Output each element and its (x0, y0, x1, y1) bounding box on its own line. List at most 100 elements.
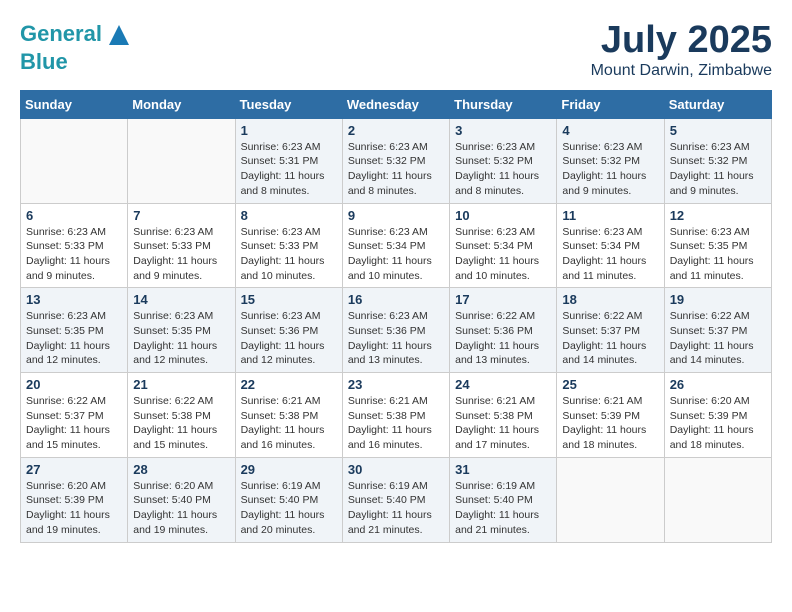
calendar-body: 1 Sunrise: 6:23 AM Sunset: 5:31 PM Daylig… (21, 118, 772, 542)
calendar-cell: 24Sunrise: 6:21 AM Sunset: 5:38 PM Dayli… (450, 373, 557, 458)
header-day-thursday: Thursday (450, 90, 557, 118)
day-info: Sunrise: 6:19 AM Sunset: 5:40 PM Dayligh… (241, 479, 337, 538)
day-info: Sunrise: 6:23 AM Sunset: 5:34 PM Dayligh… (455, 225, 551, 284)
day-info: Sunrise: 6:23 AM Sunset: 5:36 PM Dayligh… (348, 309, 444, 368)
header-day-sunday: Sunday (21, 90, 128, 118)
day-number: 20 (26, 377, 122, 392)
day-number: 4 (562, 123, 658, 138)
calendar-cell: 4 Sunrise: 6:23 AM Sunset: 5:32 PM Daylig… (557, 118, 664, 203)
calendar-cell: 30 Sunrise: 6:19 AM Sunset: 5:40 PM Dayli… (342, 457, 449, 542)
day-info: Sunrise: 6:20 AM Sunset: 5:39 PM Dayligh… (670, 394, 766, 453)
day-info: Sunrise: 6:19 AM Sunset: 5:40 PM Dayligh… (455, 479, 551, 538)
day-info: Sunrise: 6:23 AM Sunset: 5:35 PM Dayligh… (670, 225, 766, 284)
calendar-cell: 10 Sunrise: 6:23 AM Sunset: 5:34 PM Dayli… (450, 203, 557, 288)
day-info: Sunrise: 6:22 AM Sunset: 5:36 PM Dayligh… (455, 309, 551, 368)
day-info: Sunrise: 6:23 AM Sunset: 5:33 PM Dayligh… (133, 225, 229, 284)
day-number: 7 (133, 208, 229, 223)
day-number: 9 (348, 208, 444, 223)
calendar-cell: 20 Sunrise: 6:22 AM Sunset: 5:37 PM Dayli… (21, 373, 128, 458)
day-info: Sunrise: 6:23 AM Sunset: 5:32 PM Dayligh… (348, 140, 444, 199)
calendar-cell: 25Sunrise: 6:21 AM Sunset: 5:39 PM Dayli… (557, 373, 664, 458)
calendar-cell: 12 Sunrise: 6:23 AM Sunset: 5:35 PM Dayli… (664, 203, 771, 288)
day-info: Sunrise: 6:23 AM Sunset: 5:34 PM Dayligh… (562, 225, 658, 284)
header-day-friday: Friday (557, 90, 664, 118)
day-number: 11 (562, 208, 658, 223)
day-number: 27 (26, 462, 122, 477)
calendar-cell: 29 Sunrise: 6:19 AM Sunset: 5:40 PM Dayli… (235, 457, 342, 542)
day-number: 1 (241, 123, 337, 138)
day-number: 29 (241, 462, 337, 477)
day-number: 12 (670, 208, 766, 223)
calendar-cell: 5 Sunrise: 6:23 AM Sunset: 5:32 PM Daylig… (664, 118, 771, 203)
day-info: Sunrise: 6:22 AM Sunset: 5:37 PM Dayligh… (26, 394, 122, 453)
day-number: 14 (133, 292, 229, 307)
calendar-cell: 11 Sunrise: 6:23 AM Sunset: 5:34 PM Dayli… (557, 203, 664, 288)
day-number: 19 (670, 292, 766, 307)
day-number: 16 (348, 292, 444, 307)
day-info: Sunrise: 6:21 AM Sunset: 5:39 PM Dayligh… (562, 394, 658, 453)
day-info: Sunrise: 6:23 AM Sunset: 5:31 PM Dayligh… (241, 140, 337, 199)
calendar-cell: 14Sunrise: 6:23 AM Sunset: 5:35 PM Dayli… (128, 288, 235, 373)
calendar-cell: 3 Sunrise: 6:23 AM Sunset: 5:32 PM Daylig… (450, 118, 557, 203)
day-info: Sunrise: 6:23 AM Sunset: 5:32 PM Dayligh… (562, 140, 658, 199)
logo-blue: Blue (20, 49, 68, 74)
calendar-cell (128, 118, 235, 203)
calendar-cell: 17Sunrise: 6:22 AM Sunset: 5:36 PM Dayli… (450, 288, 557, 373)
header-day-tuesday: Tuesday (235, 90, 342, 118)
calendar-cell: 2 Sunrise: 6:23 AM Sunset: 5:32 PM Daylig… (342, 118, 449, 203)
day-number: 31 (455, 462, 551, 477)
calendar-cell: 15Sunrise: 6:23 AM Sunset: 5:36 PM Dayli… (235, 288, 342, 373)
day-info: Sunrise: 6:23 AM Sunset: 5:32 PM Dayligh… (670, 140, 766, 199)
day-number: 26 (670, 377, 766, 392)
day-number: 13 (26, 292, 122, 307)
calendar-cell: 22Sunrise: 6:21 AM Sunset: 5:38 PM Dayli… (235, 373, 342, 458)
calendar-cell: 27 Sunrise: 6:20 AM Sunset: 5:39 PM Dayli… (21, 457, 128, 542)
day-info: Sunrise: 6:23 AM Sunset: 5:32 PM Dayligh… (455, 140, 551, 199)
calendar-cell (21, 118, 128, 203)
day-number: 28 (133, 462, 229, 477)
day-number: 3 (455, 123, 551, 138)
calendar-week-4: 20 Sunrise: 6:22 AM Sunset: 5:37 PM Dayli… (21, 373, 772, 458)
day-number: 2 (348, 123, 444, 138)
day-number: 30 (348, 462, 444, 477)
calendar-table: SundayMondayTuesdayWednesdayThursdayFrid… (20, 90, 772, 543)
calendar-cell: 18 Sunrise: 6:22 AM Sunset: 5:37 PM Dayli… (557, 288, 664, 373)
header-day-monday: Monday (128, 90, 235, 118)
month-title: July 2025 (591, 20, 772, 62)
calendar-cell: 16 Sunrise: 6:23 AM Sunset: 5:36 PM Dayli… (342, 288, 449, 373)
calendar-cell: 23Sunrise: 6:21 AM Sunset: 5:38 PM Dayli… (342, 373, 449, 458)
day-info: Sunrise: 6:22 AM Sunset: 5:37 PM Dayligh… (562, 309, 658, 368)
day-info: Sunrise: 6:20 AM Sunset: 5:39 PM Dayligh… (26, 479, 122, 538)
page-header: General Blue July 2025 Mount Darwin, Zim… (20, 20, 772, 80)
header-day-saturday: Saturday (664, 90, 771, 118)
logo-text: General Blue (20, 20, 134, 74)
day-info: Sunrise: 6:23 AM Sunset: 5:34 PM Dayligh… (348, 225, 444, 284)
calendar-cell: 28 Sunrise: 6:20 AM Sunset: 5:40 PM Dayli… (128, 457, 235, 542)
calendar-week-1: 1 Sunrise: 6:23 AM Sunset: 5:31 PM Daylig… (21, 118, 772, 203)
day-info: Sunrise: 6:22 AM Sunset: 5:38 PM Dayligh… (133, 394, 229, 453)
calendar-week-3: 13 Sunrise: 6:23 AM Sunset: 5:35 PM Dayli… (21, 288, 772, 373)
calendar-header-row: SundayMondayTuesdayWednesdayThursdayFrid… (21, 90, 772, 118)
calendar-cell: 6 Sunrise: 6:23 AM Sunset: 5:33 PM Daylig… (21, 203, 128, 288)
day-number: 10 (455, 208, 551, 223)
title-area: July 2025 Mount Darwin, Zimbabwe (591, 20, 772, 80)
day-info: Sunrise: 6:23 AM Sunset: 5:36 PM Dayligh… (241, 309, 337, 368)
calendar-cell: 7 Sunrise: 6:23 AM Sunset: 5:33 PM Daylig… (128, 203, 235, 288)
day-info: Sunrise: 6:23 AM Sunset: 5:33 PM Dayligh… (26, 225, 122, 284)
day-info: Sunrise: 6:23 AM Sunset: 5:35 PM Dayligh… (26, 309, 122, 368)
day-info: Sunrise: 6:19 AM Sunset: 5:40 PM Dayligh… (348, 479, 444, 538)
day-info: Sunrise: 6:21 AM Sunset: 5:38 PM Dayligh… (455, 394, 551, 453)
calendar-cell: 9 Sunrise: 6:23 AM Sunset: 5:34 PM Daylig… (342, 203, 449, 288)
day-info: Sunrise: 6:22 AM Sunset: 5:37 PM Dayligh… (670, 309, 766, 368)
logo: General Blue (20, 20, 134, 74)
calendar-cell (557, 457, 664, 542)
day-info: Sunrise: 6:20 AM Sunset: 5:40 PM Dayligh… (133, 479, 229, 538)
calendar-cell (664, 457, 771, 542)
day-number: 5 (670, 123, 766, 138)
day-number: 18 (562, 292, 658, 307)
day-info: Sunrise: 6:21 AM Sunset: 5:38 PM Dayligh… (348, 394, 444, 453)
day-number: 6 (26, 208, 122, 223)
calendar-week-2: 6 Sunrise: 6:23 AM Sunset: 5:33 PM Daylig… (21, 203, 772, 288)
day-number: 21 (133, 377, 229, 392)
location: Mount Darwin, Zimbabwe (591, 62, 772, 80)
